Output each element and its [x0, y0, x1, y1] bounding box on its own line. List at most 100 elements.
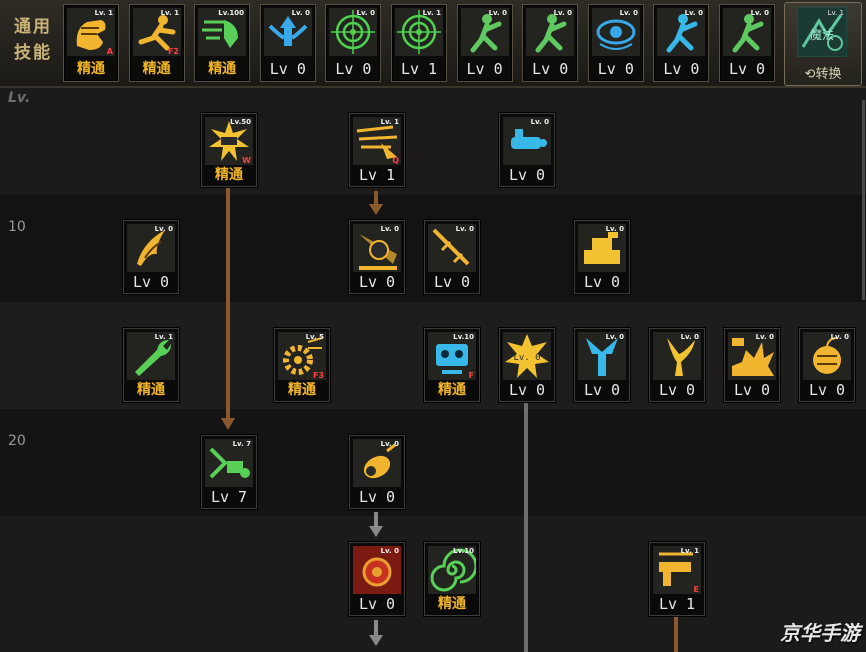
skill-node-r1-c5[interactable]: Lv. 0 Lv 0 [574, 220, 630, 294]
horn-icon: Lv. 0 [653, 332, 701, 380]
eye-icon: Lv. 0 [591, 8, 640, 56]
svg-text:Lv. 0: Lv. 0 [531, 118, 550, 126]
connector-arrow [221, 418, 235, 430]
figure-icon: Lv. 0 [657, 8, 706, 56]
connector-line [226, 187, 230, 419]
skill-node-r4-c6[interactable]: Lv. 1 E Lv 1 [649, 542, 705, 616]
skill-node-r2-c5[interactable]: Lv. 0 Lv 0 [574, 328, 630, 402]
connector-line [374, 191, 378, 205]
skill-level-label: Lv 0 [663, 60, 700, 78]
skill-node-r2-c8[interactable]: Lv. 0 Lv 0 [799, 328, 855, 402]
skill-node-r2-c7[interactable]: Lv. 0 Lv 0 [724, 328, 780, 402]
spiral-icon: Lv.10 [428, 546, 478, 594]
skill-node-r4-c3[interactable]: Lv.10 精通 [424, 542, 480, 616]
skill-node-r2-c4[interactable]: Lv. 0 Lv 0 [499, 328, 555, 402]
skill-node-r0-c1[interactable]: Lv.50 W 精通 [201, 113, 257, 187]
connector-arrow [369, 526, 383, 537]
jump-kick-icon: Lv. 1 F2 [132, 8, 181, 56]
svg-text:Lv.50: Lv.50 [230, 118, 251, 126]
skill-node-r4-c2[interactable]: Lv. 0 Lv 0 [349, 542, 405, 616]
skill-level-label: Lv 0 [132, 273, 170, 291]
svg-text:Lv. 0: Lv. 0 [751, 9, 770, 17]
skill-level-label: Lv 0 [583, 273, 621, 291]
svg-text:E: E [694, 585, 699, 594]
svg-text:Lv. 0: Lv. 0 [681, 333, 700, 341]
figure-icon: Lv. 0 [526, 8, 575, 56]
skill-slot-2[interactable]: Lv. 1 F2 精通 [128, 4, 185, 82]
switch-button[interactable]: 魔法 Lv. 1 ⟲转换 [784, 2, 862, 86]
svg-text:Lv. 1: Lv. 1 [160, 9, 179, 17]
skill-node-r3-c2[interactable]: Lv. 0 Lv 0 [349, 435, 405, 509]
wrench-icon: Lv. 1 [127, 332, 175, 380]
skill-slot-3[interactable]: Lv.100 精通 [194, 4, 251, 82]
cannon-icon: Lv. 0 [503, 117, 551, 165]
svg-text:Lv. 1: Lv. 1 [423, 9, 442, 17]
skill-level-label: 精通 [288, 382, 316, 398]
connector-line [374, 620, 378, 636]
row-label-20: 20 [8, 433, 26, 449]
skill-tree-window: 通用 技能 Lv. 1 A 精通 Lv. 1 F2 精通 Lv.100 精通 L… [0, 0, 866, 652]
figure-icon: Lv. 0 [460, 8, 509, 56]
skill-level-label: Lv 0 [508, 166, 546, 184]
skill-slot-10[interactable]: Lv. 0 Lv 0 [653, 4, 710, 82]
connector-arrow [369, 204, 383, 215]
svg-text:Lv. 7: Lv. 7 [233, 440, 252, 448]
gun-icon: Lv. 1 E [653, 546, 701, 594]
svg-text:Lv. 1: Lv. 1 [95, 9, 114, 17]
skill-slot-4[interactable]: Lv. 0 Lv 0 [259, 4, 316, 82]
scrollbar[interactable] [862, 100, 865, 300]
skill-level-label: Lv 0 [597, 60, 634, 78]
slash-icon: Lv. 1 Q [353, 117, 401, 165]
skill-node-r1-c2[interactable]: Lv. 0 Lv 0 [349, 220, 405, 294]
svg-text:魔法: 魔法 [810, 27, 834, 42]
svg-text:Lv.10: Lv.10 [453, 333, 474, 341]
fist-icon: Lv. 1 A [67, 8, 115, 56]
category-label: 通用 技能 [14, 17, 52, 63]
svg-text:F2: F2 [168, 47, 179, 56]
figure-icon: Lv. 0 [723, 8, 771, 56]
skill-level-label: Lv 1 [400, 60, 438, 78]
svg-text:Lv. 0: Lv. 0 [831, 333, 850, 341]
wings-arrow-icon: Lv. 0 [263, 8, 312, 56]
skill-slot-8[interactable]: Lv. 0 Lv 0 [522, 4, 579, 82]
skill-level-label: 精通 [438, 596, 466, 612]
skill-node-r2-c3[interactable]: Lv.10 F 精通 [424, 328, 480, 402]
skill-node-r0-c2[interactable]: Lv. 1 Q Lv 1 [349, 113, 405, 187]
connector-arrow [369, 635, 383, 646]
watermark: 京华手游 [780, 621, 860, 645]
skill-level-label: Lv 0 [728, 60, 766, 78]
svg-text:W: W [242, 156, 251, 165]
skill-node-r1-c0[interactable]: Lv. 0 Lv 0 [123, 220, 179, 294]
skill-level-label: 精通 [208, 61, 237, 77]
skill-slot-1[interactable]: Lv. 1 A 精通 [63, 4, 119, 82]
skill-slot-7[interactable]: Lv. 0 Lv 0 [456, 4, 513, 82]
row-label-10: 10 [8, 219, 26, 235]
magic-icon: 魔法 Lv. 1 [796, 6, 848, 58]
skill-node-r2-c6[interactable]: Lv. 0 Lv 0 [649, 328, 705, 402]
skill-node-r0-c3[interactable]: Lv. 0 Lv 0 [499, 113, 555, 187]
spark-icon: Lv. 7 [205, 439, 253, 487]
bomb-icon: Lv. 0 [803, 332, 851, 380]
skill-node-r2-c0[interactable]: Lv. 1 精通 [123, 328, 179, 402]
skill-slot-9[interactable]: Lv. 0 Lv 0 [587, 4, 644, 82]
svg-text:Lv. 0: Lv. 0 [381, 440, 400, 448]
skill-level-label: Lv 0 [358, 595, 396, 613]
svg-text:Lv. 0: Lv. 0 [606, 225, 625, 233]
svg-text:Lv. 0: Lv. 0 [381, 225, 400, 233]
skill-node-r3-c1[interactable]: Lv. 7 Lv 7 [201, 435, 257, 509]
skill-level-label: 精通 [137, 382, 165, 398]
timer-icon: Lv. 0 [503, 332, 551, 380]
svg-text:Lv. 0: Lv. 0 [606, 333, 625, 341]
skill-slot-5[interactable]: Lv. 0 Lv 0 [325, 4, 382, 82]
blast-icon: Lv. 0 [728, 332, 776, 380]
crosshair-icon: Lv. 0 [329, 8, 378, 56]
skill-node-r1-c3[interactable]: Lv. 0 Lv 0 [424, 220, 480, 294]
skill-slot-6[interactable]: Lv. 1 Lv 1 [391, 4, 447, 82]
skill-node-r2-c1[interactable]: Lv. 5 F3 精通 [274, 328, 330, 402]
skill-slot-11[interactable]: Lv. 0 Lv 0 [719, 4, 775, 82]
svg-text:Lv. 0: Lv. 0 [554, 9, 573, 17]
connector-line [674, 616, 678, 652]
tier-band-1 [0, 88, 866, 195]
svg-text:Lv. 1: Lv. 1 [155, 333, 174, 341]
svg-text:Lv. 0: Lv. 0 [357, 9, 376, 17]
